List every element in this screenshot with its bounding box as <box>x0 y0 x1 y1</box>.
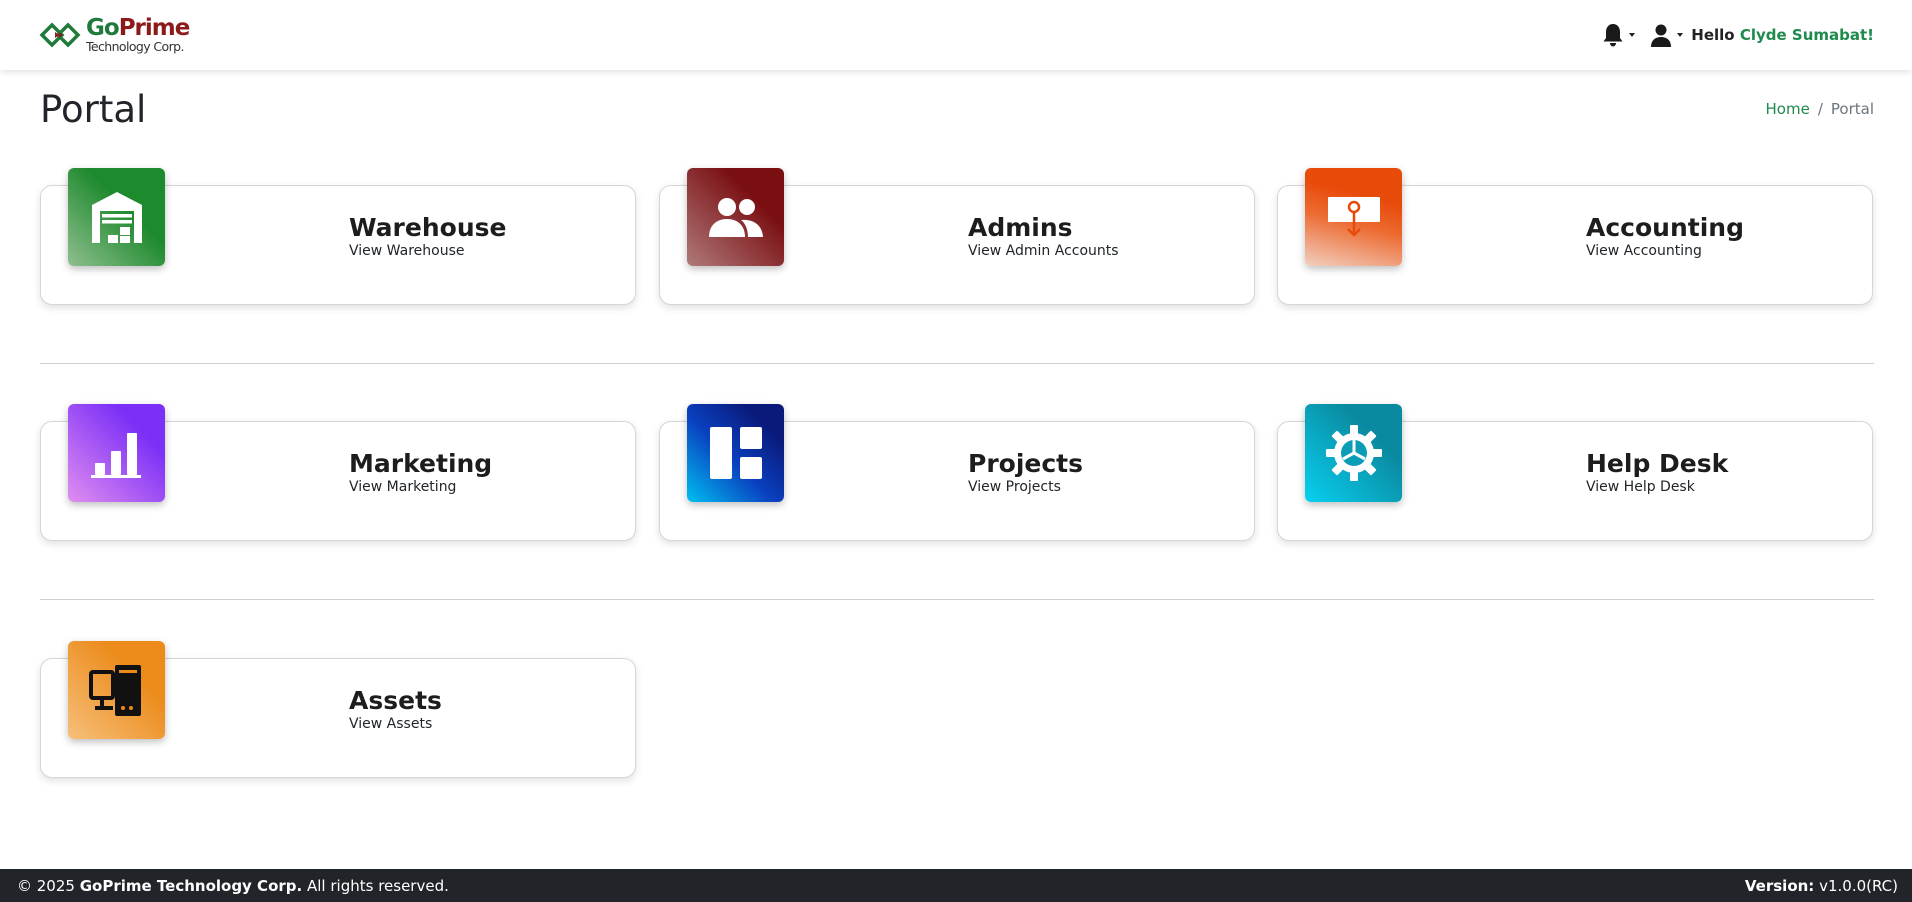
card-subtitle: View Warehouse <box>349 242 465 259</box>
notifications-dropdown[interactable] <box>1601 22 1636 48</box>
card-subtitle: View Help Desk <box>1586 478 1695 495</box>
brand-subtitle: Technology Corp. <box>86 38 184 54</box>
row-divider <box>40 599 1874 600</box>
goprime-logo-icon <box>39 22 81 48</box>
card-title: Help Desk <box>1586 449 1729 478</box>
page-title: Portal <box>40 88 147 131</box>
card-title: Warehouse <box>349 213 507 242</box>
version-value: v1.0.0(RC) <box>1819 876 1898 895</box>
module-card-assets[interactable]: Assets View Assets <box>40 641 636 778</box>
gear-icon <box>1305 404 1402 502</box>
module-card-admins[interactable]: Admins View Admin Accounts <box>659 168 1255 305</box>
footer-version: Version: v1.0.0(RC) <box>1744 876 1898 895</box>
card-title: Assets <box>349 686 442 715</box>
bell-icon <box>1603 24 1623 47</box>
warehouse-icon <box>68 168 165 266</box>
card-title: Projects <box>968 449 1084 478</box>
brand-name: GoPrime <box>86 14 190 41</box>
bar-chart-icon <box>68 404 165 502</box>
card-subtitle: View Projects <box>968 478 1061 495</box>
user-icon <box>1651 24 1672 47</box>
users-icon <box>687 168 784 266</box>
breadcrumb: Home / Portal <box>1766 100 1874 118</box>
chevron-down-icon <box>1677 33 1684 37</box>
card-subtitle: View Assets <box>349 715 433 732</box>
footer-copyright: © 2025 GoPrime Technology Corp. All righ… <box>17 876 449 895</box>
card-subtitle: View Marketing <box>349 478 457 495</box>
breadcrumb-current: Portal <box>1830 100 1874 118</box>
dashboard-icon <box>687 404 784 502</box>
module-card-accounting[interactable]: Accounting View Accounting <box>1277 168 1873 305</box>
username: Clyde Sumabat! <box>1739 26 1874 44</box>
card-title: Accounting <box>1586 213 1744 242</box>
computer-icon <box>68 641 165 739</box>
card-title: Marketing <box>349 449 493 478</box>
chevron-down-icon <box>1629 33 1636 37</box>
module-card-warehouse[interactable]: Warehouse View Warehouse <box>40 168 636 305</box>
top-navbar: GoPrime Technology Corp. Hello Clyde Sum… <box>0 0 1912 70</box>
breadcrumb-separator: / <box>1817 100 1823 118</box>
user-dropdown[interactable]: Hello Clyde Sumabat! <box>1649 22 1874 48</box>
brand-logo[interactable]: GoPrime Technology Corp. <box>38 14 190 54</box>
row-divider <box>40 363 1874 364</box>
module-card-projects[interactable]: Projects View Projects <box>659 404 1255 541</box>
module-card-marketing[interactable]: Marketing View Marketing <box>40 404 636 541</box>
card-subtitle: View Admin Accounts <box>968 242 1119 259</box>
card-title: Admins <box>968 213 1073 242</box>
card-subtitle: View Accounting <box>1586 242 1702 259</box>
footer-company: GoPrime Technology Corp. <box>79 876 303 895</box>
user-greeting: Hello Clyde Sumabat! <box>1691 26 1874 44</box>
page-footer: © 2025 GoPrime Technology Corp. All righ… <box>0 869 1912 902</box>
accounting-icon <box>1305 168 1402 266</box>
breadcrumb-home-link[interactable]: Home <box>1766 100 1810 118</box>
module-card-help-desk[interactable]: Help Desk View Help Desk <box>1277 404 1873 541</box>
